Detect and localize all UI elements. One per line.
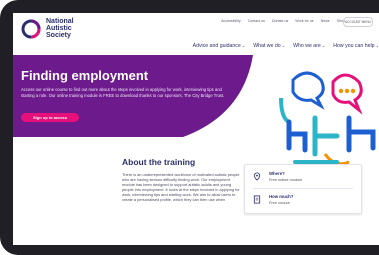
logo-line-1: National	[46, 18, 74, 25]
browser-viewport: National Autistic Society Accessibility …	[13, 13, 379, 248]
nav-who-we-are[interactable]: Who we are	[293, 43, 325, 49]
about-body-text: There is an underrepresented workforce o…	[122, 172, 240, 203]
info-divider	[253, 188, 353, 189]
where-label: Where?	[269, 171, 285, 176]
training-info-card: Where? Free online module How much? Free…	[244, 164, 362, 214]
nav-what-we-do[interactable]: What we do	[253, 43, 285, 49]
nav-advice-guidance[interactable]: Advice and guidance	[193, 43, 246, 49]
logo-wordmark[interactable]: National Autistic Society	[46, 18, 74, 39]
receipt-icon	[253, 195, 261, 204]
nas-logo-icon[interactable]	[21, 19, 41, 39]
logo-line-2: Autistic	[46, 25, 72, 32]
how-much-value: Free course	[269, 200, 290, 205]
utility-link-accessibility[interactable]: Accessibility	[221, 19, 241, 23]
utility-link-contact[interactable]: Contact us	[248, 19, 265, 23]
about-heading: About the training	[122, 157, 196, 167]
utility-link-work[interactable]: Work for us	[295, 19, 313, 23]
how-much-label: How much?	[269, 194, 294, 199]
device-frame: National Autistic Society Accessibility …	[0, 0, 379, 255]
screen-bottom-edge	[13, 245, 379, 248]
map-pin-icon	[253, 172, 261, 181]
page-title: Finding employment	[21, 68, 149, 83]
info-row-where: Where? Free online module	[253, 171, 353, 187]
utility-nav: Accessibility Contact us Donate us Work …	[221, 19, 345, 23]
utility-link-donate[interactable]: Donate us	[272, 19, 288, 23]
nav-how-you-can-help[interactable]: How you can help	[333, 43, 379, 49]
info-row-how: How much? Free course	[253, 194, 353, 210]
main-nav: Advice and guidance What we do Who we ar…	[193, 43, 379, 49]
where-value: Free online module	[269, 177, 303, 182]
utility-link-news[interactable]: News	[321, 19, 330, 23]
account-menu-button[interactable]: ACCOUNT MENU	[343, 17, 373, 27]
hero-description: Access our online course to find out mor…	[21, 87, 225, 98]
logo-line-3: Society	[46, 32, 71, 39]
sign-up-button[interactable]: Sign up to access	[21, 113, 79, 122]
site-header: National Autistic Society Accessibility …	[13, 13, 379, 55]
